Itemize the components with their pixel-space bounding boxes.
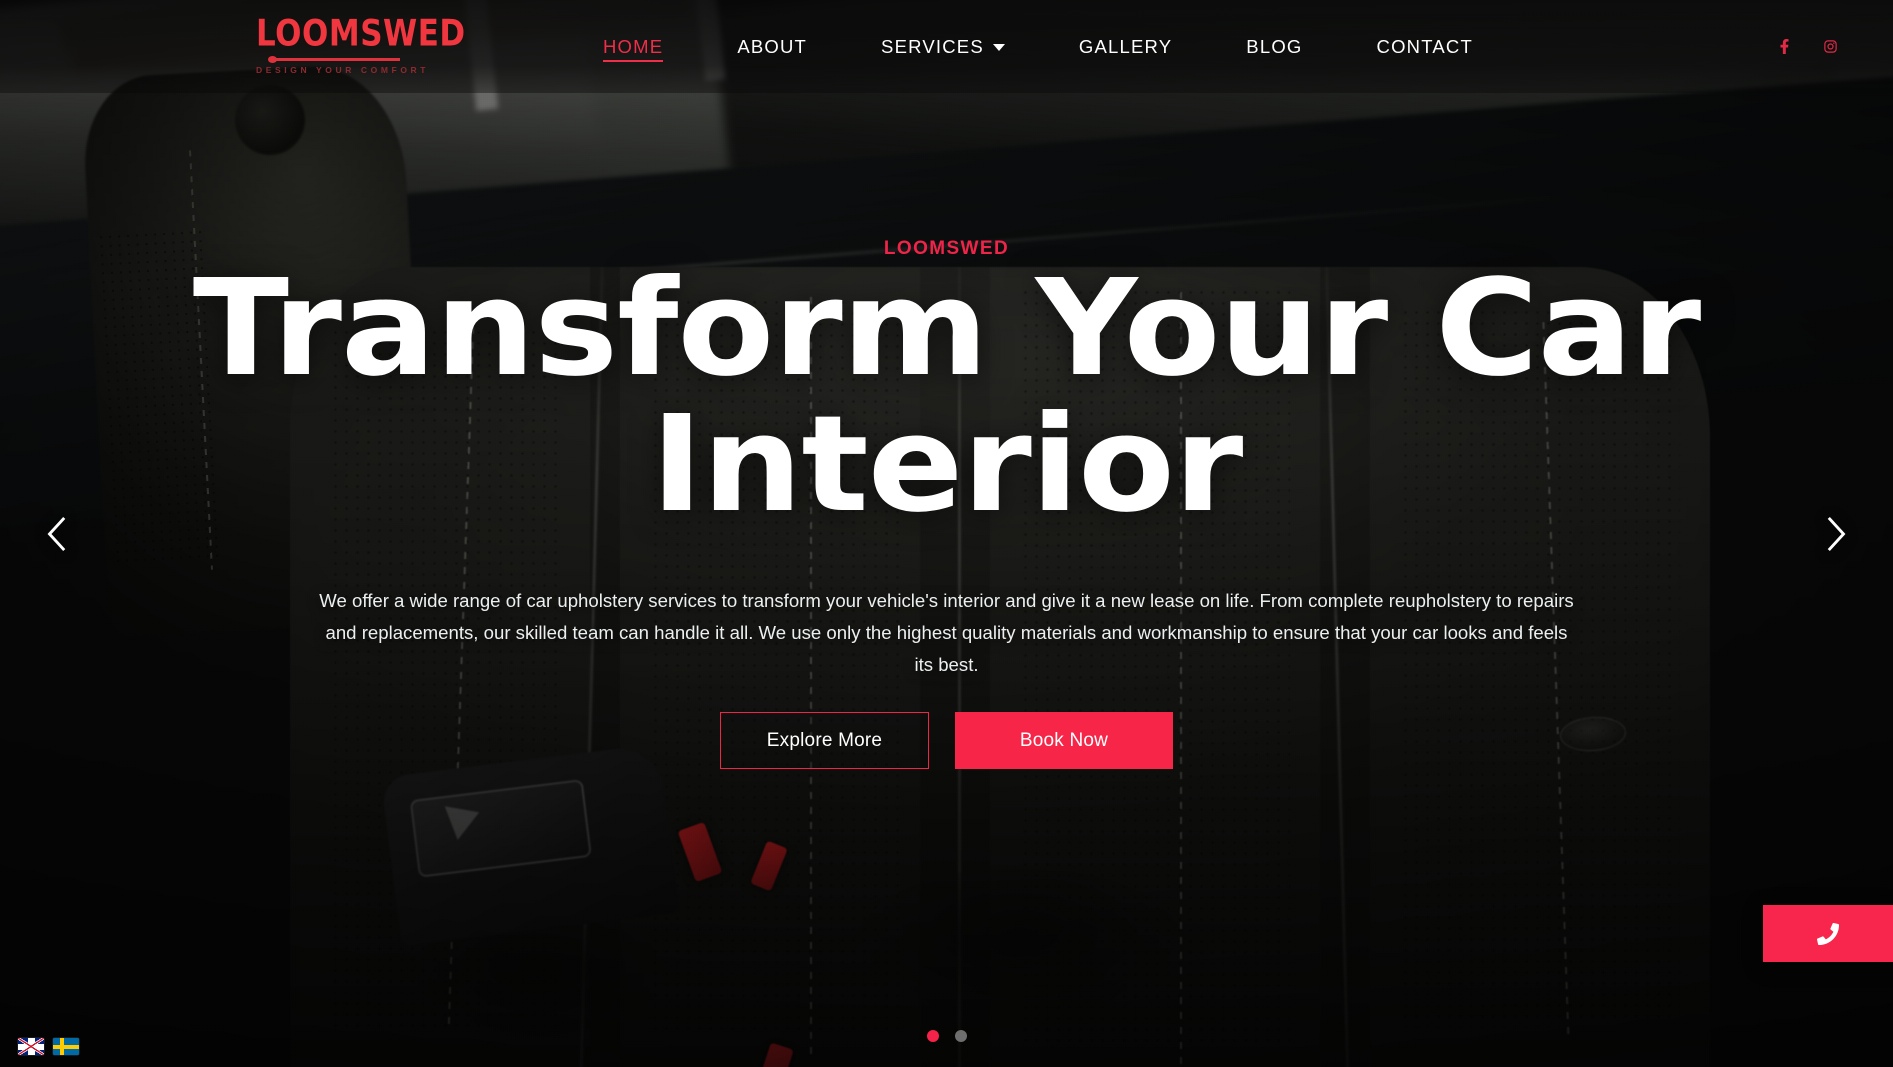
facebook-icon[interactable] xyxy=(1773,36,1795,58)
brand-tagline: DESIGN YOUR COMFORT xyxy=(256,65,430,75)
carousel-dot-1[interactable] xyxy=(926,1030,939,1042)
explore-more-button[interactable]: Explore More xyxy=(720,712,929,769)
page-root: 3345 xyxy=(0,0,1893,1067)
hero-section: LOOMSWED Transform Your Car Interior We … xyxy=(0,0,1893,1067)
flag-se-icon[interactable] xyxy=(53,1038,79,1055)
hero-heading-line-1: Transform Your Car xyxy=(192,252,1701,406)
flag-uk-icon[interactable] xyxy=(18,1038,44,1055)
carousel-pagination xyxy=(0,1030,1893,1042)
nav-label: ABOUT xyxy=(737,35,808,57)
chevron-left-icon xyxy=(47,516,66,551)
carousel-next-button[interactable] xyxy=(1807,505,1865,563)
nav-label: HOME xyxy=(603,35,664,57)
hero-paragraph: We offer a wide range of car upholstery … xyxy=(319,590,1574,676)
social-links xyxy=(1773,0,1841,93)
nav-label: GALLERY xyxy=(1078,35,1173,57)
nav-item-services[interactable]: SERVICES xyxy=(844,0,1042,93)
nav-item-about[interactable]: ABOUT xyxy=(700,0,844,93)
nav-item-contact[interactable]: CONTACT xyxy=(1340,0,1510,93)
nav-label: SERVICES xyxy=(881,35,984,57)
nav-item-home[interactable]: HOME xyxy=(566,0,700,93)
carousel-dot-2[interactable] xyxy=(954,1030,967,1042)
brand-name: LOOMSWED xyxy=(256,12,466,55)
site-header: LOOMSWED DESIGN YOUR COMFORT HOME ABOUT … xyxy=(0,0,1893,93)
book-now-button[interactable]: Book Now xyxy=(955,712,1173,769)
call-button[interactable] xyxy=(1763,905,1893,962)
nav-label: CONTACT xyxy=(1376,35,1473,57)
nav-item-gallery[interactable]: GALLERY xyxy=(1042,0,1209,93)
nav-item-blog[interactable]: BLOG xyxy=(1209,0,1339,93)
hero-heading-line-2: Interior xyxy=(650,387,1244,542)
page-title: Transform Your Car Interior xyxy=(0,252,1893,542)
instagram-icon[interactable] xyxy=(1819,36,1841,58)
brand-logo[interactable]: LOOMSWED DESIGN YOUR COMFORT xyxy=(256,12,466,75)
chevron-down-icon xyxy=(992,44,1005,51)
chevron-right-icon xyxy=(1827,516,1846,551)
primary-navigation: HOME ABOUT SERVICES GALLERY BLOG CONTACT xyxy=(566,0,1510,93)
hero-cta-group: Explore More Book Now xyxy=(0,712,1893,769)
phone-icon xyxy=(1817,922,1839,945)
carousel-prev-button[interactable] xyxy=(28,505,86,563)
nav-label: BLOG xyxy=(1246,35,1303,57)
brand-rule xyxy=(268,56,400,63)
language-switcher xyxy=(18,1038,79,1055)
